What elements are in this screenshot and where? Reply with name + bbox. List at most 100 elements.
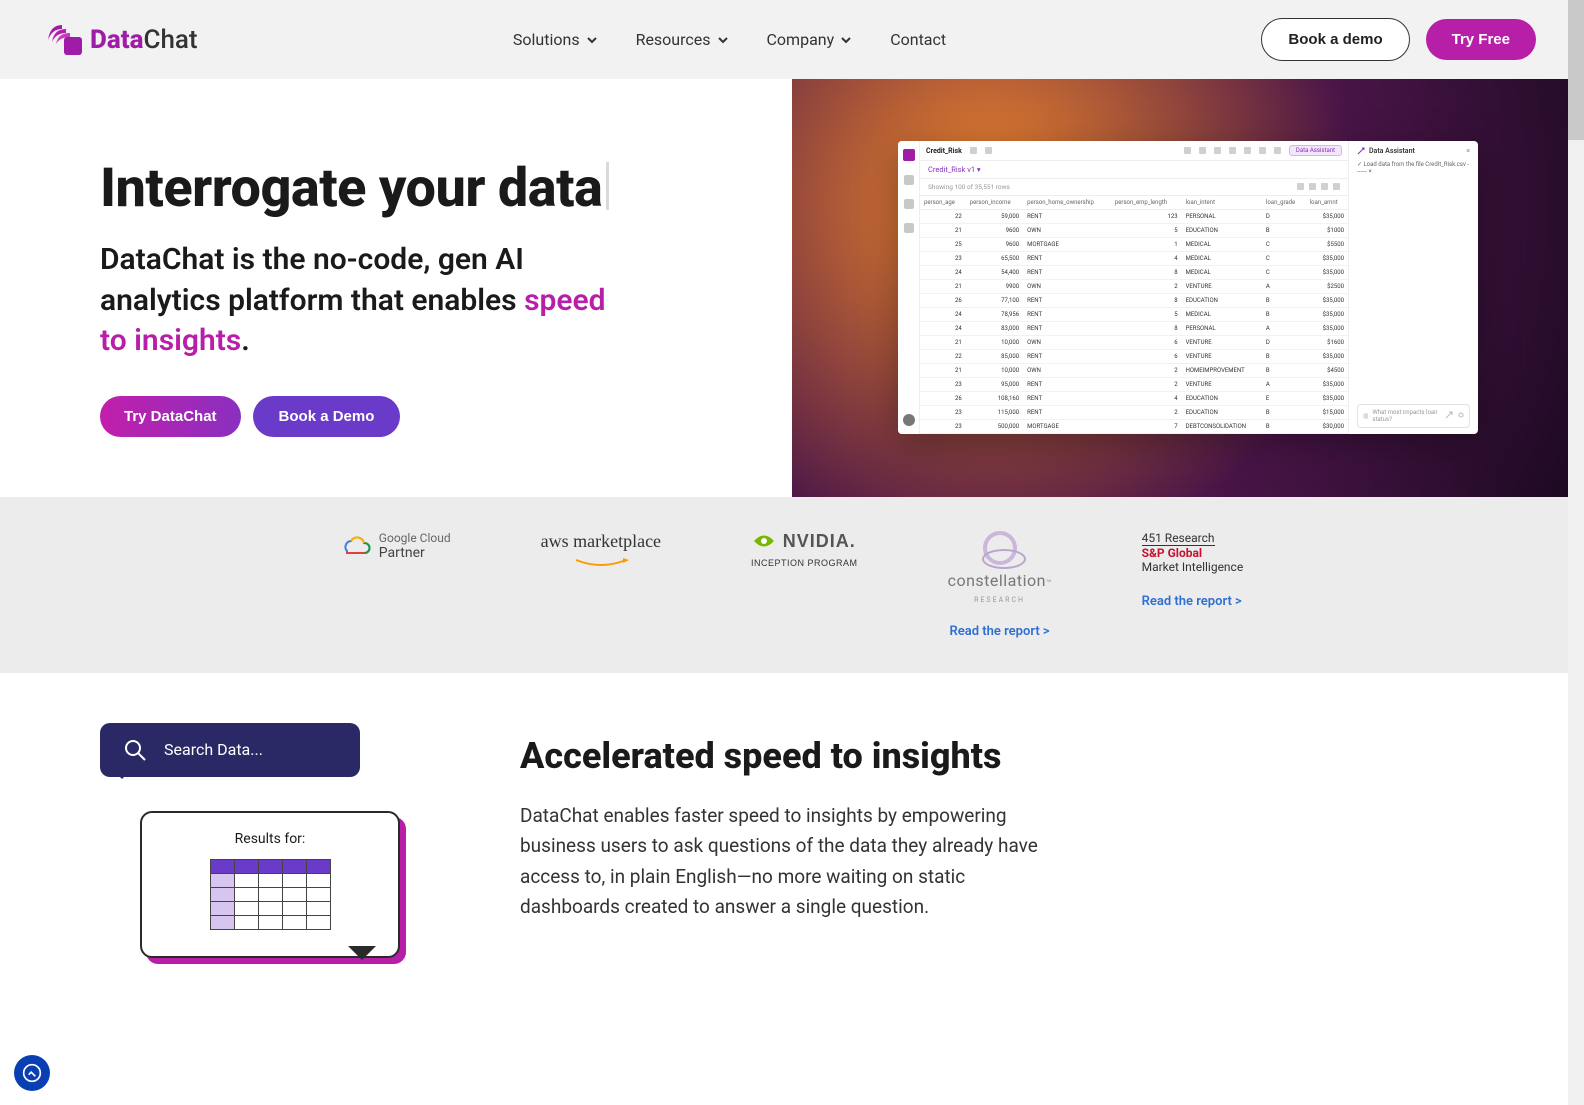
table-cell: MORTGAGE	[1023, 420, 1111, 434]
rail-avatar	[903, 414, 915, 426]
table-cell: VENTURE	[1182, 280, 1262, 294]
constellation-orbit-icon	[983, 531, 1017, 565]
table-cell: 21	[920, 280, 966, 294]
book-demo-button[interactable]: Book a demo	[1261, 18, 1409, 61]
table-cell: 26	[920, 294, 966, 308]
brand-text-data: Data	[90, 25, 143, 55]
table-cell: 8	[1111, 294, 1182, 308]
table-cell: 1	[1111, 238, 1182, 252]
table-col-person_age: person_age	[920, 196, 966, 210]
nvidia-program: INCEPTION PROGRAM	[751, 558, 858, 568]
filter-icon	[1199, 147, 1206, 154]
read-report-link[interactable]: Read the report >	[949, 624, 1049, 639]
table-cell: RENT	[1023, 210, 1111, 224]
table-cell: OWN	[1023, 336, 1111, 350]
table-cell: B	[1262, 364, 1306, 378]
wand-icon	[1357, 147, 1365, 155]
table-row: 23115,000RENT2EDUCATIONB$15,000	[920, 406, 1348, 420]
nav-company[interactable]: Company	[767, 30, 853, 49]
scroll-thumb[interactable]	[1568, 0, 1584, 140]
accessibility-fab[interactable]	[14, 1055, 50, 1091]
table-cell: MEDICAL	[1182, 308, 1262, 322]
table-cell: 2	[1111, 406, 1182, 420]
sparkle-icon	[1362, 412, 1368, 420]
table-cell: $35,000	[1306, 322, 1348, 336]
table-cell: 2	[1111, 280, 1182, 294]
table-cell: VENTURE	[1182, 336, 1262, 350]
table-col-person_home_ownership: person_home_ownership	[1023, 196, 1111, 210]
try-datachat-button[interactable]: Try DataChat	[100, 396, 241, 437]
tab-credit-risk[interactable]: Credit_Risk	[926, 147, 962, 155]
table-cell: 23	[920, 252, 966, 266]
table-cell: RENT	[1023, 252, 1111, 266]
table-cell: EDUCATION	[1182, 294, 1262, 308]
table-col-person_emp_length: person_emp_length	[1111, 196, 1182, 210]
table-cell: C	[1262, 266, 1306, 280]
table-cell: D	[1262, 336, 1306, 350]
code-icon	[1274, 147, 1281, 154]
table-cell: 22	[920, 350, 966, 364]
main-nav: Solutions Resources Company Contact	[513, 30, 946, 49]
table-row: 219600OWN5EDUCATIONB$1000	[920, 224, 1348, 238]
book-a-demo-button[interactable]: Book a Demo	[253, 396, 401, 437]
table-cell: PERSONAL	[1182, 210, 1262, 224]
table-row: 219900OWN2VENTUREA$2500	[920, 280, 1348, 294]
send-icon[interactable]	[1445, 411, 1453, 421]
aws-text: aws marketplace	[541, 531, 661, 552]
table-cell: RENT	[1023, 378, 1111, 392]
assistant-input[interactable]: What most impacts loan status?	[1357, 404, 1470, 428]
data-table: person_ageperson_incomeperson_home_owner…	[920, 196, 1348, 434]
brand-logo[interactable]: DataChat	[48, 25, 198, 55]
info-icon	[1259, 147, 1266, 154]
table-cell: $35,000	[1306, 210, 1348, 224]
table-cell: 25	[920, 238, 966, 252]
table-cell: $35,000	[1306, 294, 1348, 308]
app-tabbar: Credit_Risk Data Assistant	[920, 141, 1348, 161]
data-assistant-pill[interactable]: Data Assistant	[1289, 145, 1342, 156]
mini-table-icon	[210, 859, 331, 930]
table-cell: 22	[920, 210, 966, 224]
row-count-text: Showing 100 of 35,551 rows	[928, 183, 1010, 191]
table-cell: $5500	[1306, 238, 1348, 252]
table-cell: 21	[920, 224, 966, 238]
nav-label: Contact	[890, 30, 946, 49]
table-cell: D	[1262, 210, 1306, 224]
idea-icon[interactable]	[1457, 411, 1465, 421]
try-free-button[interactable]: Try Free	[1426, 19, 1536, 60]
app-window: Credit_Risk Data Assistant Credit_Ris	[898, 141, 1478, 434]
table-cell: B	[1262, 224, 1306, 238]
table-cell: 23	[920, 406, 966, 420]
read-report-link[interactable]: Read the report >	[1142, 594, 1242, 609]
table-cell: B	[1262, 420, 1306, 434]
table-row: 2454,400RENT8MEDICALC$35,000	[920, 266, 1348, 280]
sp-market-intel: Market Intelligence	[1142, 560, 1244, 574]
table-cell: EDUCATION	[1182, 224, 1262, 238]
partner-constellation: constellation™ RESEARCH Read the report …	[948, 531, 1052, 639]
table-cell: MEDICAL	[1182, 238, 1262, 252]
table-cell: MORTGAGE	[1023, 238, 1111, 252]
table-cell: OWN	[1023, 280, 1111, 294]
rail-wand-icon	[904, 223, 914, 233]
table-cell: RENT	[1023, 392, 1111, 406]
download-icon	[1333, 183, 1340, 190]
nav-solutions[interactable]: Solutions	[513, 30, 598, 49]
hero-section: Interrogate your data DataChat is the no…	[0, 79, 1584, 497]
table-cell: RENT	[1023, 266, 1111, 280]
rail-grid-icon	[904, 175, 914, 185]
hero-buttons: Try DataChat Book a Demo	[100, 396, 744, 437]
table-cell: 85,000	[966, 350, 1023, 364]
table-cell: 6	[1111, 336, 1182, 350]
speed-copy: Accelerated speed to insights DataChat e…	[520, 723, 1484, 958]
nav-contact[interactable]: Contact	[890, 30, 946, 49]
rail-logo-icon	[903, 149, 915, 161]
dataset-version[interactable]: Credit_Risk v1 ▾	[920, 161, 1348, 179]
close-icon[interactable]: ×	[1466, 147, 1470, 155]
table-cell: 9900	[966, 280, 1023, 294]
grid-icon	[1229, 147, 1236, 154]
sp-451-research: 451 Research	[1142, 531, 1215, 546]
table-cell: E	[1262, 392, 1306, 406]
table-cell: B	[1262, 350, 1306, 364]
scrollbar[interactable]	[1568, 0, 1584, 1105]
nav-resources[interactable]: Resources	[636, 30, 729, 49]
search-placeholder: Search Data...	[164, 740, 263, 759]
